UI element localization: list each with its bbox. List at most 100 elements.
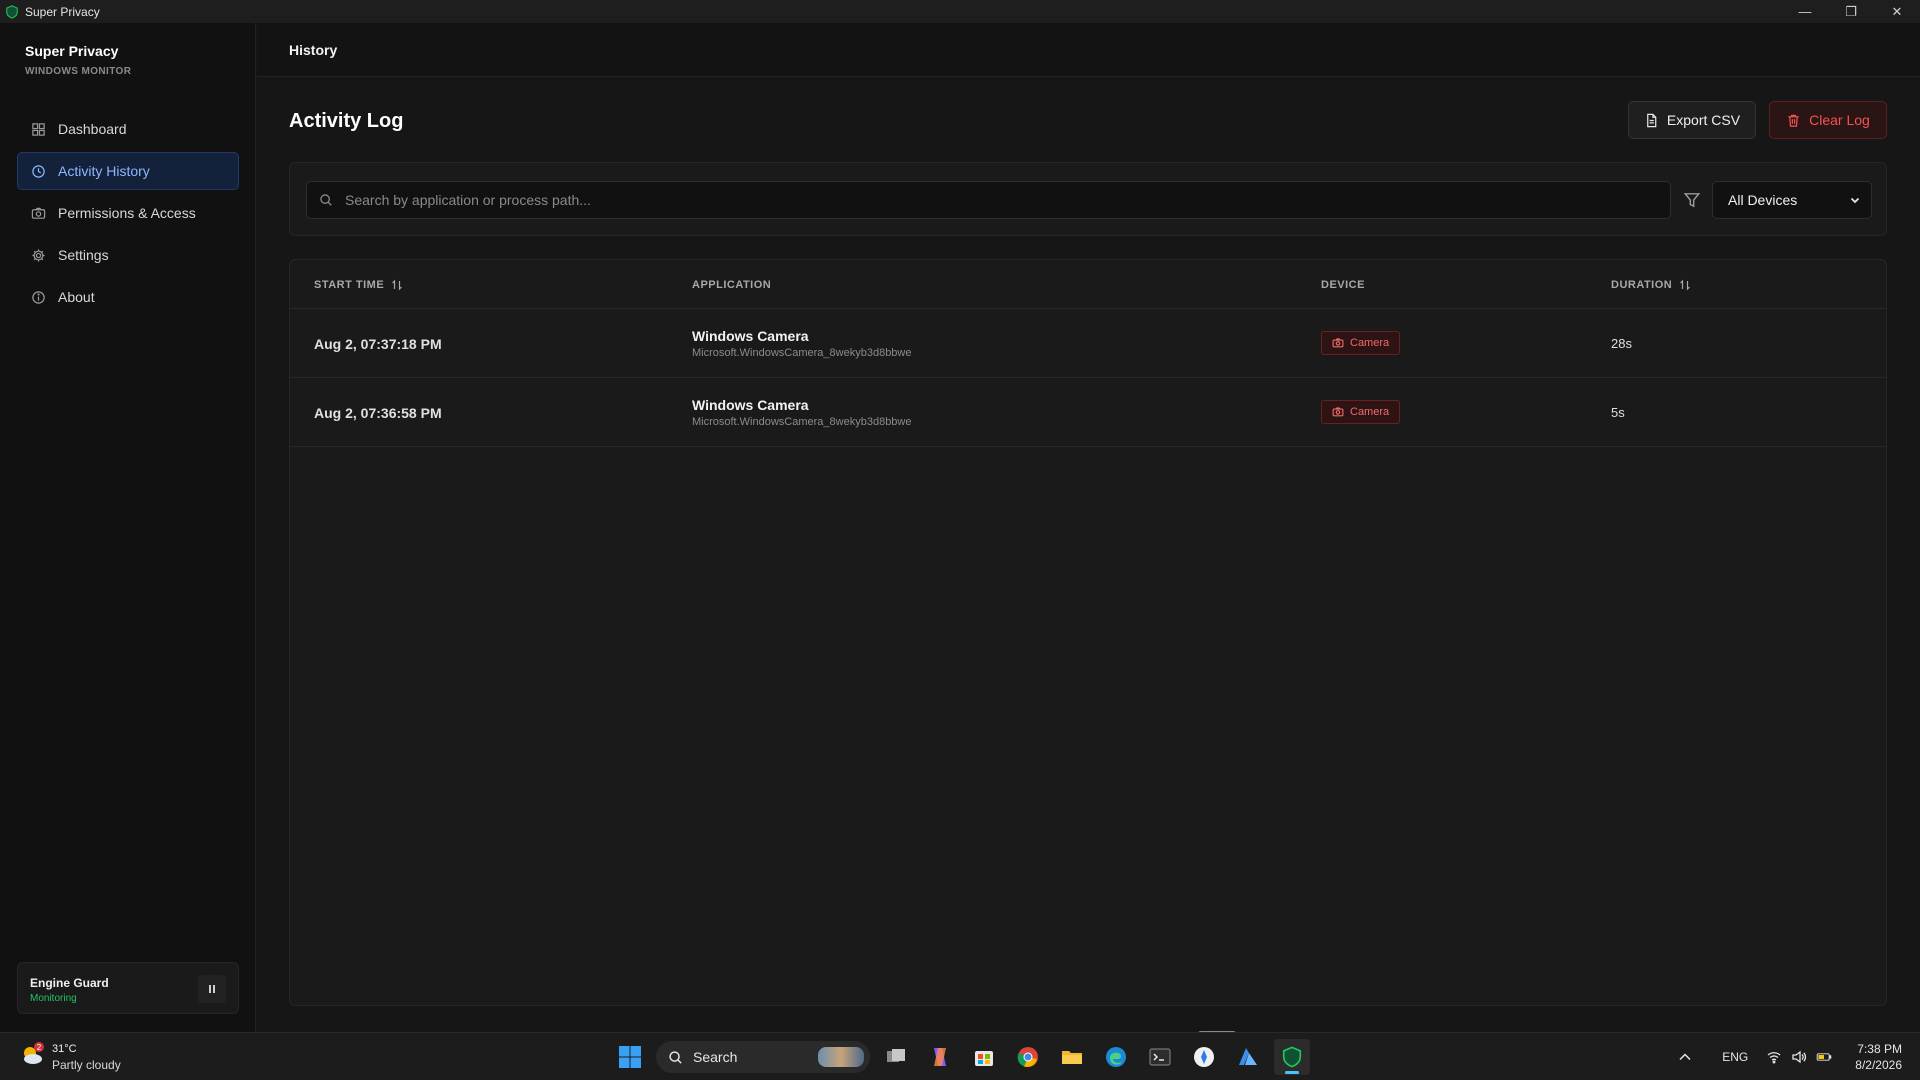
grid-icon bbox=[32, 122, 45, 136]
search-input[interactable] bbox=[345, 192, 1645, 208]
column-label: DURATION bbox=[1611, 279, 1673, 291]
sidebar-item-label: About bbox=[58, 289, 95, 305]
restore-button[interactable]: ❐ bbox=[1828, 0, 1874, 23]
export-label: Export CSV bbox=[1666, 112, 1741, 128]
search-box bbox=[306, 181, 1671, 219]
brand: Super Privacy WINDOWS MONITOR bbox=[25, 43, 131, 77]
battery-icon[interactable] bbox=[1816, 1049, 1832, 1065]
sidebar-item-label: Settings bbox=[58, 247, 109, 263]
shield-icon bbox=[1282, 1046, 1302, 1068]
pause-icon bbox=[209, 985, 215, 993]
start-time: Aug 2, 07:36:58 PM bbox=[314, 405, 442, 421]
filter-bar: All Devices bbox=[289, 162, 1887, 236]
column-application: APPLICATION bbox=[692, 279, 771, 291]
sidebar-item-settings[interactable]: Settings bbox=[17, 236, 239, 274]
clock-date: 8/2/2026 bbox=[1855, 1058, 1902, 1072]
app-path: Microsoft.WindowsCamera_8wekyb3d8bbwe bbox=[692, 416, 912, 428]
duration: 28s bbox=[1611, 336, 1632, 351]
chrome-button[interactable] bbox=[1010, 1039, 1046, 1075]
taskbar-apps: Search bbox=[612, 1039, 1318, 1075]
column-duration[interactable]: DURATION bbox=[1611, 279, 1691, 291]
column-start-time[interactable]: START TIME bbox=[314, 279, 403, 291]
activity-table: START TIME APPLICATION DEVICE DURATION A… bbox=[289, 259, 1887, 1006]
compass-icon bbox=[1194, 1047, 1214, 1067]
info-icon bbox=[32, 290, 45, 304]
clear-log-button[interactable]: Clear Log bbox=[1769, 101, 1887, 139]
filter-icon[interactable] bbox=[1683, 191, 1701, 209]
engine-status: Monitoring bbox=[30, 993, 77, 1004]
file-icon bbox=[1647, 113, 1657, 127]
clock-time: 7:38 PM bbox=[1857, 1042, 1902, 1056]
column-label: APPLICATION bbox=[692, 279, 772, 291]
engine-title: Engine Guard bbox=[30, 976, 109, 990]
device-label: Camera bbox=[1350, 337, 1390, 349]
taskbar: 2 31°C Partly cloudy Search ENG 7:38 PM … bbox=[0, 1032, 1920, 1080]
shield-icon bbox=[6, 4, 18, 19]
windows-icon bbox=[619, 1046, 641, 1068]
clock[interactable]: 7:38 PM 8/2/2026 bbox=[1855, 1041, 1902, 1073]
device-badge: Camera bbox=[1321, 331, 1401, 355]
weather-icon: 2 bbox=[18, 1041, 46, 1069]
file-explorer-button[interactable] bbox=[1054, 1039, 1090, 1075]
app-name: Windows Camera bbox=[692, 397, 809, 413]
table-header: START TIME APPLICATION DEVICE DURATION bbox=[290, 260, 1886, 309]
camera-icon bbox=[31, 207, 46, 219]
page-header: History bbox=[257, 23, 1920, 77]
title-bar: Super Privacy — ❐ ✕ bbox=[0, 0, 1920, 23]
page-title: Activity Log bbox=[289, 110, 404, 132]
task-view-button[interactable] bbox=[878, 1039, 914, 1075]
engine-guard-card: Engine Guard Monitoring bbox=[17, 962, 239, 1014]
azure-button[interactable] bbox=[1230, 1039, 1266, 1075]
weather-widget[interactable]: 2 31°C Partly cloudy bbox=[18, 1041, 121, 1072]
wifi-icon[interactable] bbox=[1766, 1049, 1782, 1065]
sidebar-item-permissions[interactable]: Permissions & Access bbox=[17, 194, 239, 232]
sidebar-item-label: Permissions & Access bbox=[58, 205, 196, 221]
minimize-button[interactable]: — bbox=[1782, 0, 1828, 23]
chrome-icon bbox=[1017, 1047, 1038, 1068]
chevron-up-icon[interactable] bbox=[1677, 1049, 1693, 1065]
close-button[interactable]: ✕ bbox=[1874, 0, 1920, 23]
weather-temp: 31°C bbox=[52, 1043, 77, 1055]
sidebar-nav: Dashboard Activity History Permissions &… bbox=[17, 110, 239, 320]
device-select-value: All Devices bbox=[1728, 192, 1798, 208]
search-icon bbox=[669, 1050, 682, 1064]
search-highlight-image bbox=[818, 1047, 864, 1067]
pause-button[interactable] bbox=[198, 975, 226, 1003]
application-cell: Windows Camera Microsoft.WindowsCamera_8… bbox=[692, 397, 911, 428]
camera-icon bbox=[1332, 338, 1344, 348]
weather-desc: Partly cloudy bbox=[52, 1058, 121, 1072]
azure-icon bbox=[1239, 1048, 1257, 1065]
sidebar-item-activity-history[interactable]: Activity History bbox=[17, 152, 239, 190]
copilot-button[interactable] bbox=[922, 1039, 958, 1075]
app-name: Windows Camera bbox=[692, 328, 809, 344]
edge-button[interactable] bbox=[1098, 1039, 1134, 1075]
start-button[interactable] bbox=[612, 1039, 648, 1075]
taskbar-search-label: Search bbox=[693, 1049, 738, 1065]
app-button[interactable] bbox=[1186, 1039, 1222, 1075]
super-privacy-taskbar-button[interactable] bbox=[1274, 1039, 1310, 1075]
table-row[interactable]: Aug 2, 07:37:18 PM Windows Camera Micros… bbox=[290, 309, 1886, 378]
sidebar-item-dashboard[interactable]: Dashboard bbox=[17, 110, 239, 148]
device-select[interactable]: All Devices bbox=[1712, 181, 1872, 219]
terminal-icon bbox=[1149, 1048, 1171, 1066]
clear-label: Clear Log bbox=[1809, 112, 1870, 128]
main-content: History Activity Log Export CSV Clear Lo… bbox=[257, 23, 1920, 1039]
store-button[interactable] bbox=[966, 1039, 1002, 1075]
terminal-button[interactable] bbox=[1142, 1039, 1178, 1075]
edge-icon bbox=[1106, 1047, 1126, 1067]
device-badge: Camera bbox=[1321, 400, 1401, 424]
clock-icon bbox=[32, 164, 45, 178]
sidebar-item-about[interactable]: About bbox=[17, 278, 239, 316]
duration: 5s bbox=[1611, 405, 1625, 420]
table-row[interactable]: Aug 2, 07:36:58 PM Windows Camera Micros… bbox=[290, 378, 1886, 447]
export-csv-button[interactable]: Export CSV bbox=[1628, 101, 1756, 139]
taskbar-search[interactable]: Search bbox=[656, 1041, 870, 1073]
trash-icon bbox=[1788, 114, 1799, 127]
language-indicator[interactable]: ENG bbox=[1722, 1050, 1748, 1064]
column-label: START TIME bbox=[314, 279, 385, 291]
volume-icon[interactable] bbox=[1791, 1049, 1807, 1065]
brand-subtitle: WINDOWS MONITOR bbox=[25, 66, 132, 77]
system-tray: ENG 7:38 PM 8/2/2026 bbox=[1677, 1033, 1902, 1080]
application-cell: Windows Camera Microsoft.WindowsCamera_8… bbox=[692, 328, 911, 359]
window-title: Super Privacy bbox=[25, 4, 100, 19]
